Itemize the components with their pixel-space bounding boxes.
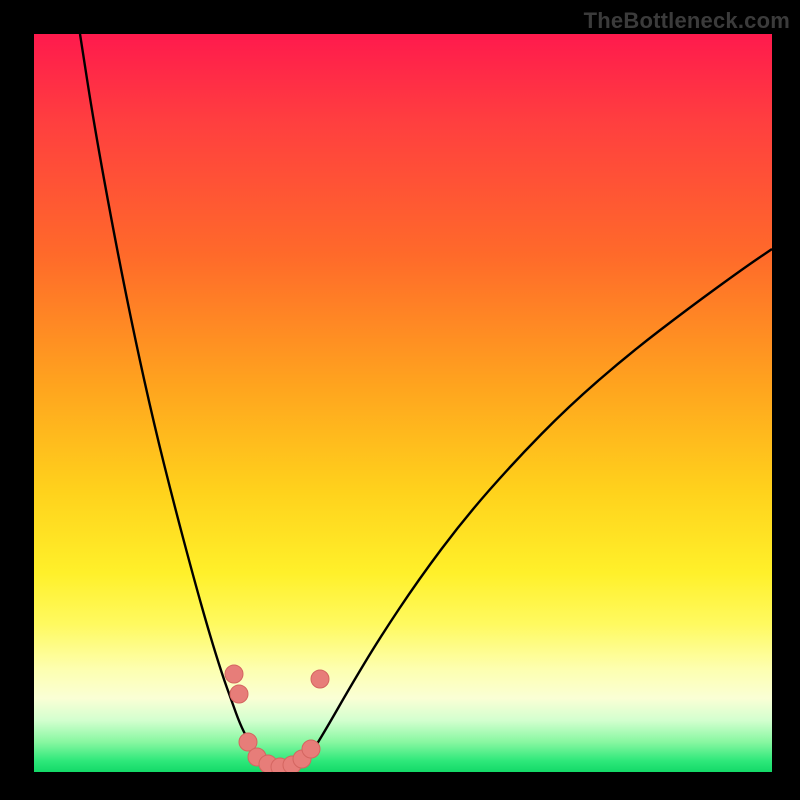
curve-left xyxy=(80,34,264,764)
curve-right xyxy=(304,249,772,764)
marker-group xyxy=(225,665,329,772)
watermark-text: TheBottleneck.com xyxy=(584,8,790,34)
data-marker xyxy=(225,665,243,683)
data-marker xyxy=(311,670,329,688)
plot-area xyxy=(34,34,772,772)
chart-svg xyxy=(34,34,772,772)
outer-frame: TheBottleneck.com xyxy=(0,0,800,800)
data-marker xyxy=(302,740,320,758)
data-marker xyxy=(230,685,248,703)
curve-group xyxy=(80,34,772,764)
